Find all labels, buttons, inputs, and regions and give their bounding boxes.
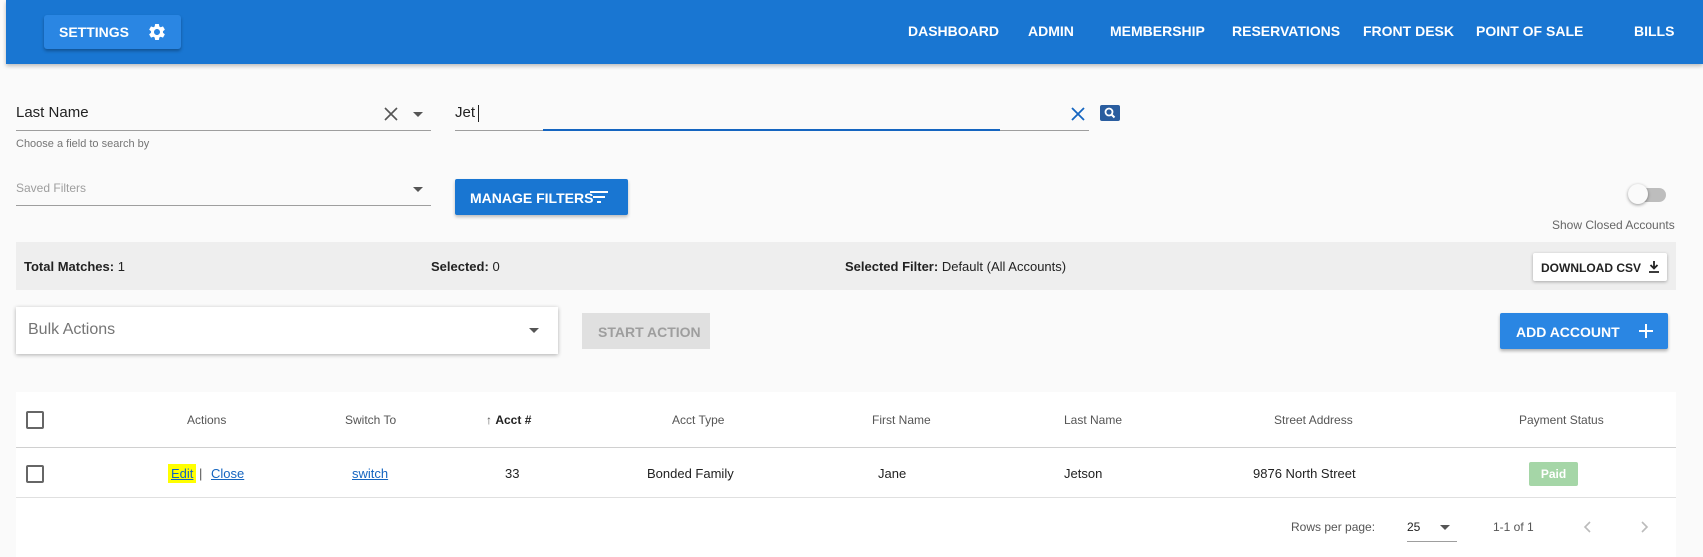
cell-last-name: Jetson (1064, 466, 1103, 481)
cell-acct-number: 33 (505, 466, 520, 481)
rows-per-page-value: 25 (1407, 520, 1421, 534)
saved-filters-select[interactable]: Saved Filters (16, 180, 431, 204)
settings-label: SETTINGS (59, 24, 130, 40)
show-closed-label: Show Closed Accounts (1552, 218, 1675, 232)
header-first-name: First Name (872, 413, 931, 427)
selected-filter-label: Selected Filter: (845, 259, 939, 274)
top-app-bar: SETTINGS DASHBOARD ADMIN MEMBERSHIP RESE… (6, 0, 1703, 64)
header-street-address: Street Address (1274, 413, 1353, 427)
search-icon (1104, 107, 1116, 119)
chevron-right-icon[interactable] (1638, 520, 1650, 534)
nav-membership[interactable]: MEMBERSHIP (1110, 23, 1205, 39)
row-actions: Edit (168, 464, 197, 483)
total-matches-value: 1 (117, 259, 125, 274)
row-checkbox[interactable] (26, 465, 44, 483)
selected-filter-value: Default (All Accounts) (941, 259, 1067, 274)
saved-filters-placeholder: Saved Filters (16, 181, 87, 195)
selected-filter: Selected Filter: Default (All Accounts) (845, 259, 1066, 274)
pagination-range: 1-1 of 1 (1493, 520, 1534, 534)
chevron-down-icon (1440, 525, 1450, 530)
filter-list-icon (590, 191, 608, 203)
search-field-hint: Choose a field to search by (16, 138, 150, 150)
row-divider (16, 497, 1676, 498)
arrow-up-icon: ↑ (486, 413, 492, 427)
search-input-value: Jet (455, 104, 476, 121)
header-divider (16, 447, 1676, 448)
header-actions: Actions (187, 413, 227, 427)
edit-link[interactable]: Edit (171, 466, 193, 481)
select-all-checkbox[interactable] (26, 411, 44, 429)
rows-per-page-label: Rows per page: (1291, 520, 1376, 534)
nav-admin[interactable]: ADMIN (1028, 23, 1074, 39)
total-matches: Total Matches: 1 (24, 259, 125, 274)
search-input-focus-line (543, 129, 1000, 131)
bulk-actions-placeholder: Bulk Actions (28, 321, 116, 338)
manage-filters-label: MANAGE FILTERS (470, 190, 594, 206)
search-field-underline (16, 130, 431, 131)
chevron-down-icon[interactable] (529, 328, 539, 333)
accounts-table: Actions Switch To ↑ Acct # Acct Type Fir… (16, 392, 1676, 557)
start-action-button[interactable]: START ACTION (582, 313, 710, 349)
start-action-label: START ACTION (598, 324, 701, 340)
download-csv-button[interactable]: DOWNLOAD CSV (1533, 253, 1667, 281)
chevron-down-icon[interactable] (413, 187, 423, 192)
saved-filters-underline (16, 205, 431, 206)
nav-front-desk[interactable]: FRONT DESK (1363, 23, 1454, 39)
selected-count: Selected: 0 (431, 259, 500, 274)
show-closed-toggle-thumb[interactable] (1628, 184, 1648, 204)
settings-button[interactable]: SETTINGS (44, 15, 181, 49)
search-input[interactable]: Jet (455, 104, 1089, 132)
header-payment-status: Payment Status (1519, 413, 1604, 427)
add-account-button[interactable]: ADD ACCOUNT (1500, 313, 1668, 349)
actions-separator: | (199, 466, 203, 481)
clear-icon[interactable] (383, 106, 399, 122)
chevron-down-icon[interactable] (413, 112, 423, 117)
header-last-name: Last Name (1064, 413, 1123, 427)
plus-icon (1639, 324, 1653, 338)
header-acct-type: Acct Type (672, 413, 725, 427)
header-acct-number-label: Acct # (495, 413, 532, 427)
summary-bar: Total Matches: 1 Selected: 0 Selected Fi… (16, 242, 1676, 290)
cell-street-address: 9876 North Street (1253, 466, 1356, 481)
bulk-actions-select[interactable]: Bulk Actions (16, 307, 558, 354)
search-button[interactable] (1100, 105, 1120, 121)
download-icon (1649, 261, 1659, 273)
search-field-value: Last Name (16, 104, 89, 121)
nav-bills[interactable]: BILLS (1634, 23, 1674, 39)
rows-per-page-select[interactable]: 25 (1407, 514, 1457, 542)
text-cursor (478, 105, 479, 122)
selected-count-value: 0 (492, 259, 500, 274)
clear-icon[interactable] (1070, 106, 1086, 122)
close-link[interactable]: Close (211, 466, 244, 481)
add-account-label: ADD ACCOUNT (1516, 324, 1620, 340)
download-csv-label: DOWNLOAD CSV (1541, 261, 1641, 275)
gear-icon (149, 23, 165, 40)
nav-point-of-sale[interactable]: POINT OF SALE (1476, 23, 1583, 39)
payment-status-badge: Paid (1529, 462, 1578, 486)
header-switch-to: Switch To (345, 413, 397, 427)
total-matches-label: Total Matches: (24, 259, 115, 274)
selected-count-label: Selected: (431, 259, 489, 274)
chevron-left-icon[interactable] (1582, 520, 1594, 534)
switch-link[interactable]: switch (352, 466, 388, 481)
header-acct-number[interactable]: ↑ Acct # (486, 413, 531, 427)
manage-filters-button[interactable]: MANAGE FILTERS (455, 179, 628, 215)
cell-first-name: Jane (878, 466, 907, 481)
nav-reservations[interactable]: RESERVATIONS (1232, 23, 1340, 39)
nav-dashboard[interactable]: DASHBOARD (908, 23, 999, 39)
cell-acct-type: Bonded Family (647, 466, 734, 481)
search-field-select[interactable]: Last Name (16, 104, 431, 132)
